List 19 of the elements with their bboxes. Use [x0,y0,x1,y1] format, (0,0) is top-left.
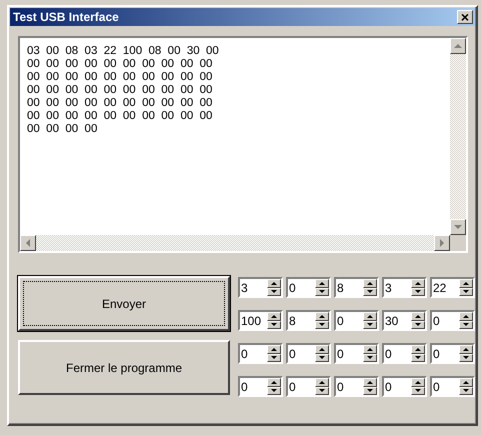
output-line: 00 00 00 00 [27,123,98,136]
horizontal-scrollbar[interactable] [20,235,450,251]
output-line: 00 00 00 00 00 00 00 00 00 00 [27,97,214,110]
output-line: 03 00 08 03 22 100 08 00 30 00 [27,45,220,58]
vertical-scrollbar[interactable] [450,38,466,235]
send-button[interactable]: Envoyer [18,276,230,331]
output-line: 00 00 00 00 00 00 00 00 00 00 [27,71,214,84]
scroll-left-button[interactable] [20,235,36,251]
scroll-up-button[interactable] [450,38,466,54]
output-line: 00 00 00 00 00 00 00 00 00 00 [27,84,214,97]
scroll-right-button[interactable] [434,235,450,251]
output-line: 00 00 00 00 00 00 00 00 00 00 [27,58,214,71]
close-button[interactable]: × [457,10,473,24]
close-program-button[interactable]: Fermer le programme [18,340,230,395]
output-line: 00 00 00 00 00 00 00 00 00 00 [27,110,214,123]
window-title: Test USB Interface [13,9,119,26]
scrollbar-corner [450,235,466,251]
scroll-down-button[interactable] [450,219,466,235]
output-text-area[interactable]: 03 00 08 03 22 100 08 00 30 00 00 00 00 00 00 00 00 00 00 00 00 00 00 00 00 00 00 00 00 00 00 00 00 00 00 00 00 00 00 00 00 00 00 00 00 00 00 00 00 00 00 00 00 00 00 00 00 00 00 00 00 00 00 00 [18,36,468,253]
